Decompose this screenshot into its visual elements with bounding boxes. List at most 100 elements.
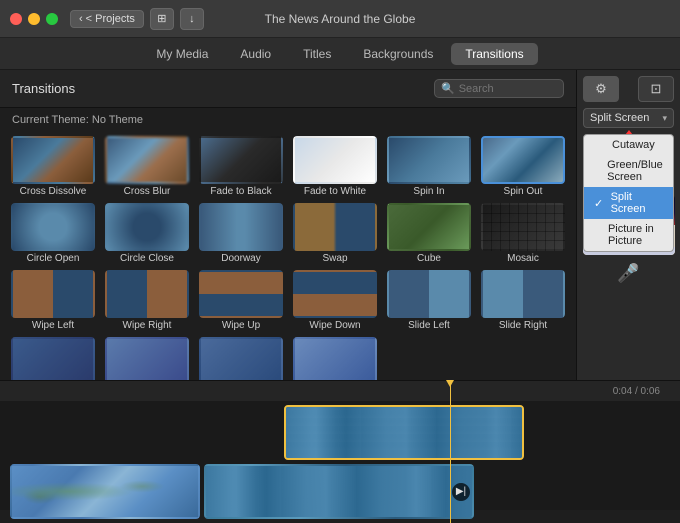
transition-item-circle-close[interactable]: Circle Close [102, 203, 192, 264]
dropdown-menu: Cutaway Green/Blue Screen ✓ Split Screen… [583, 134, 674, 252]
timeline-ruler: 0:04 / 0:06 [0, 381, 680, 401]
tab-audio[interactable]: Audio [226, 43, 285, 65]
dropdown-container: Split Screen ▾ Cutaway Green/Blue Screen… [583, 108, 674, 139]
transition-item-slide-left[interactable]: Slide Left [384, 270, 474, 331]
menu-item-label: Green/Blue Screen [607, 159, 663, 183]
title-bar-left: ‹ < Projects ⊞ ↓ [70, 8, 204, 30]
fullscreen-icon-button[interactable]: ⊡ [638, 76, 674, 102]
transition-item-fade-to-white[interactable]: Fade to White [290, 136, 380, 197]
total-time: 0:06 [641, 386, 660, 397]
transition-item-slide-right[interactable]: Slide Right [478, 270, 568, 331]
search-box[interactable]: 🔍 [434, 79, 564, 98]
back-to-projects-button[interactable]: ‹ < Projects [70, 10, 144, 28]
split-screen-dropdown[interactable]: Split Screen ▾ [583, 108, 674, 128]
transition-label-circle-open: Circle Open [27, 253, 80, 264]
transition-label-wipe-right: Wipe Right [123, 320, 172, 331]
transition-item-cube[interactable]: Cube [384, 203, 474, 264]
timeline-container: ▶| [0, 401, 680, 523]
current-time-display: 0:04 / 0:06 [613, 386, 660, 397]
transition-label-spin-out: Spin Out [504, 186, 543, 197]
share-button[interactable]: ↓ [180, 8, 204, 30]
minimize-button[interactable] [28, 13, 40, 25]
transition-thumb-cube [387, 203, 471, 251]
transition-thumb-row4b [105, 337, 189, 385]
transition-item-wipe-up[interactable]: Wipe Up [196, 270, 286, 331]
tab-transitions[interactable]: Transitions [451, 43, 537, 65]
transition-label-slide-right: Slide Right [499, 320, 547, 331]
import-button[interactable]: ⊞ [150, 8, 174, 30]
menu-item-split-screen[interactable]: ✓ Split Screen [584, 187, 673, 219]
right-panel-icons: ⚙ ⊡ [583, 76, 674, 102]
transition-thumb-fade-to-black [199, 136, 283, 184]
transition-item-swap[interactable]: Swap [290, 203, 380, 264]
clip-waterfall-main[interactable]: ▶| [204, 464, 474, 519]
top-clip-waterfall[interactable] [284, 405, 524, 460]
menu-item-label: Split Screen [611, 191, 663, 215]
transition-label-wipe-up: Wipe Up [222, 320, 260, 331]
timeline-area: 0:04 / 0:06 [0, 380, 680, 510]
nav-tabs: My Media Audio Titles Backgrounds Transi… [0, 38, 680, 70]
transition-thumb-wipe-down [293, 270, 377, 318]
menu-item-cutaway[interactable]: Cutaway [584, 135, 673, 155]
transition-thumb-mosaic [481, 203, 565, 251]
transition-thumb-row4a [11, 337, 95, 385]
menu-item-picture-in-picture[interactable]: Picture in Picture [584, 219, 673, 251]
transition-thumb-slide-right [481, 270, 565, 318]
transition-thumb-spin-in [387, 136, 471, 184]
transition-label-circle-close: Circle Close [120, 253, 174, 264]
clip-end-button[interactable]: ▶| [452, 483, 470, 501]
playhead-line [450, 401, 451, 523]
timeline-tracks: ▶| [0, 401, 680, 523]
main-track-row: ▶| [10, 464, 670, 519]
transition-thumb-spin-out [481, 136, 565, 184]
transition-thumb-row4d [293, 337, 377, 385]
maximize-button[interactable] [46, 13, 58, 25]
tab-my-media[interactable]: My Media [142, 43, 222, 65]
transition-thumb-swap [293, 203, 377, 251]
back-button-label: < Projects [86, 13, 135, 25]
transition-item-circle-open[interactable]: Circle Open [8, 203, 98, 264]
search-input[interactable] [459, 83, 557, 95]
transition-item-doorway[interactable]: Doorway [196, 203, 286, 264]
transition-item-fade-to-black[interactable]: Fade to Black [196, 136, 286, 197]
transition-item-cross-dissolve[interactable]: Cross Dissolve [8, 136, 98, 197]
dropdown-selected-label: Split Screen [590, 112, 649, 124]
transition-item-spin-out[interactable]: Spin Out [478, 136, 568, 197]
transition-item-mosaic[interactable]: Mosaic [478, 203, 568, 264]
top-track-row [10, 405, 670, 460]
microphone-icon[interactable]: 🎤 [617, 263, 639, 290]
check-icon: ✓ [594, 197, 605, 210]
transition-item-wipe-right[interactable]: Wipe Right [102, 270, 192, 331]
transition-label-spin-in: Spin In [413, 186, 444, 197]
transition-item-wipe-down[interactable]: Wipe Down [290, 270, 380, 331]
view-icon-button[interactable]: ⚙ [583, 76, 619, 102]
traffic-lights [10, 13, 58, 25]
transition-thumb-cross-dissolve [11, 136, 95, 184]
transition-thumb-circle-close [105, 203, 189, 251]
search-icon: 🔍 [441, 82, 455, 95]
window-title: The News Around the Globe [265, 12, 416, 26]
back-arrow-icon: ‹ [79, 13, 83, 25]
transition-thumb-row4c [199, 337, 283, 385]
transition-thumb-circle-open [11, 203, 95, 251]
transition-label-cross-blur: Cross Blur [124, 186, 171, 197]
tab-titles[interactable]: Titles [289, 43, 345, 65]
transition-label-wipe-down: Wipe Down [309, 320, 360, 331]
close-button[interactable] [10, 13, 22, 25]
playhead-triangle-icon [446, 380, 454, 387]
clip-world-map[interactable] [10, 464, 200, 519]
transition-item-spin-in[interactable]: Spin In [384, 136, 474, 197]
chevron-down-icon: ▾ [662, 113, 667, 124]
current-time: 0:04 [613, 386, 632, 397]
tab-backgrounds[interactable]: Backgrounds [349, 43, 447, 65]
title-bar: ‹ < Projects ⊞ ↓ The News Around the Glo… [0, 0, 680, 38]
transition-item-cross-blur[interactable]: Cross Blur [102, 136, 192, 197]
transition-label-fade-to-white: Fade to White [304, 186, 366, 197]
transition-label-slide-left: Slide Left [408, 320, 450, 331]
transition-thumb-wipe-right [105, 270, 189, 318]
menu-item-green-blue-screen[interactable]: Green/Blue Screen [584, 155, 673, 187]
transition-thumb-cross-blur [105, 136, 189, 184]
transition-thumb-wipe-up [199, 270, 283, 318]
transition-label-cross-dissolve: Cross Dissolve [20, 186, 87, 197]
transition-item-wipe-left[interactable]: Wipe Left [8, 270, 98, 331]
